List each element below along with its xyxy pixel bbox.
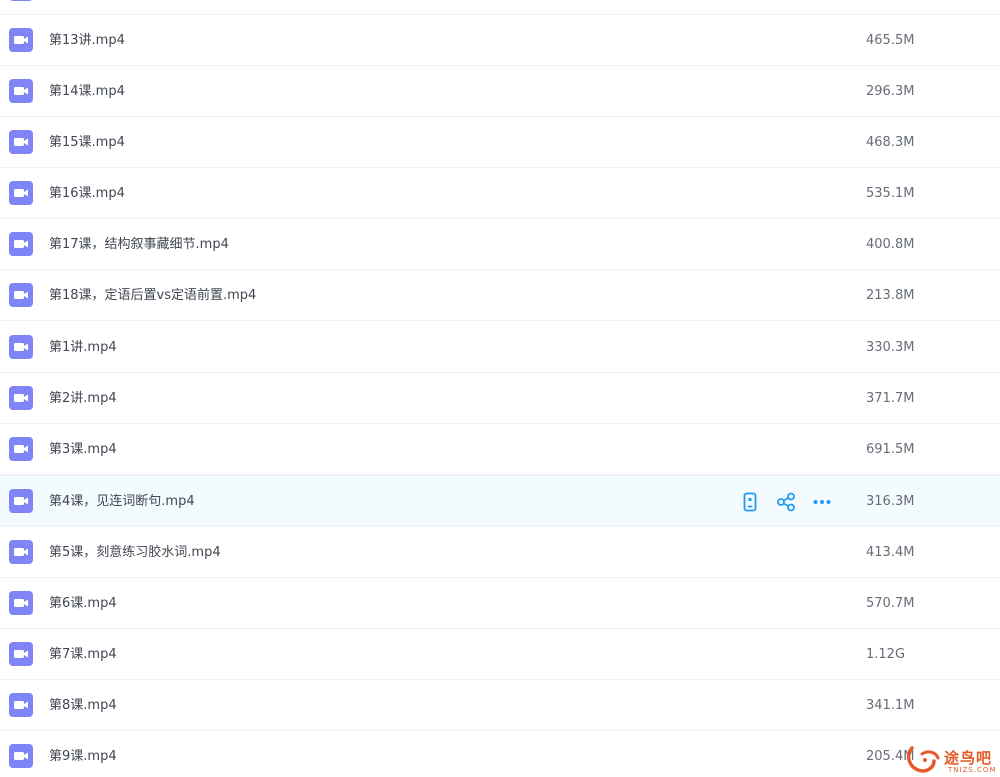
video-file-icon — [9, 335, 33, 359]
video-file-icon — [9, 181, 33, 205]
file-name[interactable]: 第2讲.mp4 — [49, 373, 117, 424]
video-file-icon — [9, 0, 33, 1]
file-name[interactable]: 第16课.mp4 — [49, 168, 125, 219]
video-file-icon — [9, 386, 33, 410]
file-name[interactable]: 第1讲.mp4 — [49, 322, 117, 373]
file-size: 296.3M — [866, 84, 915, 99]
watermark: 途鸟吧 TNIZS.COM — [904, 742, 1000, 777]
file-row[interactable]: 第5课，刻意练习胶水词.mp4 413.4M — [0, 527, 1000, 578]
watermark-logo-icon — [906, 746, 940, 773]
video-file-icon — [9, 591, 33, 615]
video-file-icon — [9, 130, 33, 154]
video-file-icon — [9, 744, 33, 768]
file-name[interactable]: 第3课.mp4 — [49, 424, 117, 475]
file-row[interactable]: 第14课.mp4 296.3M — [0, 66, 1000, 117]
video-file-icon — [9, 540, 33, 564]
watermark-text: 途鸟吧 — [944, 749, 993, 767]
file-row[interactable] — [0, 0, 1000, 15]
file-size: 413.4M — [866, 545, 915, 560]
file-size: 468.3M — [866, 135, 915, 150]
file-row[interactable]: 第1讲.mp4 330.3M — [0, 322, 1000, 373]
file-row[interactable]: 第13讲.mp4 465.5M — [0, 15, 1000, 66]
file-row-hovered[interactable]: 第4课，见连词断句.mp4 316.3M — [0, 475, 1000, 527]
file-size: 570.7M — [866, 596, 915, 611]
file-name[interactable]: 第7课.mp4 — [49, 629, 117, 680]
file-list: 第13讲.mp4 465.5M 第14课.mp4 296.3M 第15课.mp4… — [0, 0, 1000, 777]
file-name[interactable]: 第4课，见连词断句.mp4 — [49, 476, 195, 527]
file-row[interactable]: 第17课，结构叙事藏细节.mp4 400.8M — [0, 219, 1000, 270]
file-size: 371.7M — [866, 391, 915, 406]
file-row[interactable]: 第8课.mp4 341.1M — [0, 680, 1000, 731]
video-file-icon — [9, 28, 33, 52]
video-file-icon — [9, 489, 33, 513]
video-file-icon — [9, 79, 33, 103]
video-file-icon — [9, 642, 33, 666]
file-size: 400.8M — [866, 237, 915, 252]
file-name[interactable]: 第14课.mp4 — [49, 66, 125, 117]
file-row[interactable]: 第6课.mp4 570.7M — [0, 578, 1000, 629]
file-size: 330.3M — [866, 340, 915, 355]
file-name[interactable]: 第15课.mp4 — [49, 117, 125, 168]
more-icon[interactable] — [811, 491, 833, 513]
file-size: 316.3M — [866, 494, 915, 509]
file-row[interactable]: 第3课.mp4 691.5M — [0, 424, 1000, 475]
file-name[interactable]: 第18课，定语后置vs定语前置.mp4 — [49, 270, 256, 321]
file-name[interactable]: 第6课.mp4 — [49, 578, 117, 629]
video-file-icon — [9, 437, 33, 461]
file-name[interactable]: 第17课，结构叙事藏细节.mp4 — [49, 219, 229, 270]
video-file-icon — [9, 283, 33, 307]
file-name[interactable]: 第5课，刻意练习胶水词.mp4 — [49, 527, 221, 578]
file-row[interactable]: 第15课.mp4 468.3M — [0, 117, 1000, 168]
file-row[interactable]: 第18课，定语后置vs定语前置.mp4 213.8M — [0, 270, 1000, 321]
file-size: 213.8M — [866, 288, 915, 303]
phone-icon[interactable] — [739, 491, 761, 513]
video-file-icon — [9, 232, 33, 256]
file-row[interactable]: 第2讲.mp4 371.7M — [0, 373, 1000, 424]
file-size: 341.1M — [866, 698, 915, 713]
file-row[interactable]: 第16课.mp4 535.1M — [0, 168, 1000, 219]
file-name[interactable]: 第8课.mp4 — [49, 680, 117, 731]
watermark-subtext: TNIZS.COM — [948, 766, 997, 774]
video-file-icon — [9, 693, 33, 717]
file-name[interactable]: 第13讲.mp4 — [49, 15, 125, 66]
file-name[interactable]: 第9课.mp4 — [49, 731, 117, 777]
share-icon[interactable] — [775, 491, 797, 513]
file-size: 1.12G — [866, 647, 906, 662]
file-row[interactable]: 第9课.mp4 205.4M — [0, 731, 1000, 777]
file-size: 691.5M — [866, 442, 915, 457]
file-size: 535.1M — [866, 186, 915, 201]
file-row[interactable]: 第7课.mp4 1.12G — [0, 629, 1000, 680]
file-size: 465.5M — [866, 33, 915, 48]
